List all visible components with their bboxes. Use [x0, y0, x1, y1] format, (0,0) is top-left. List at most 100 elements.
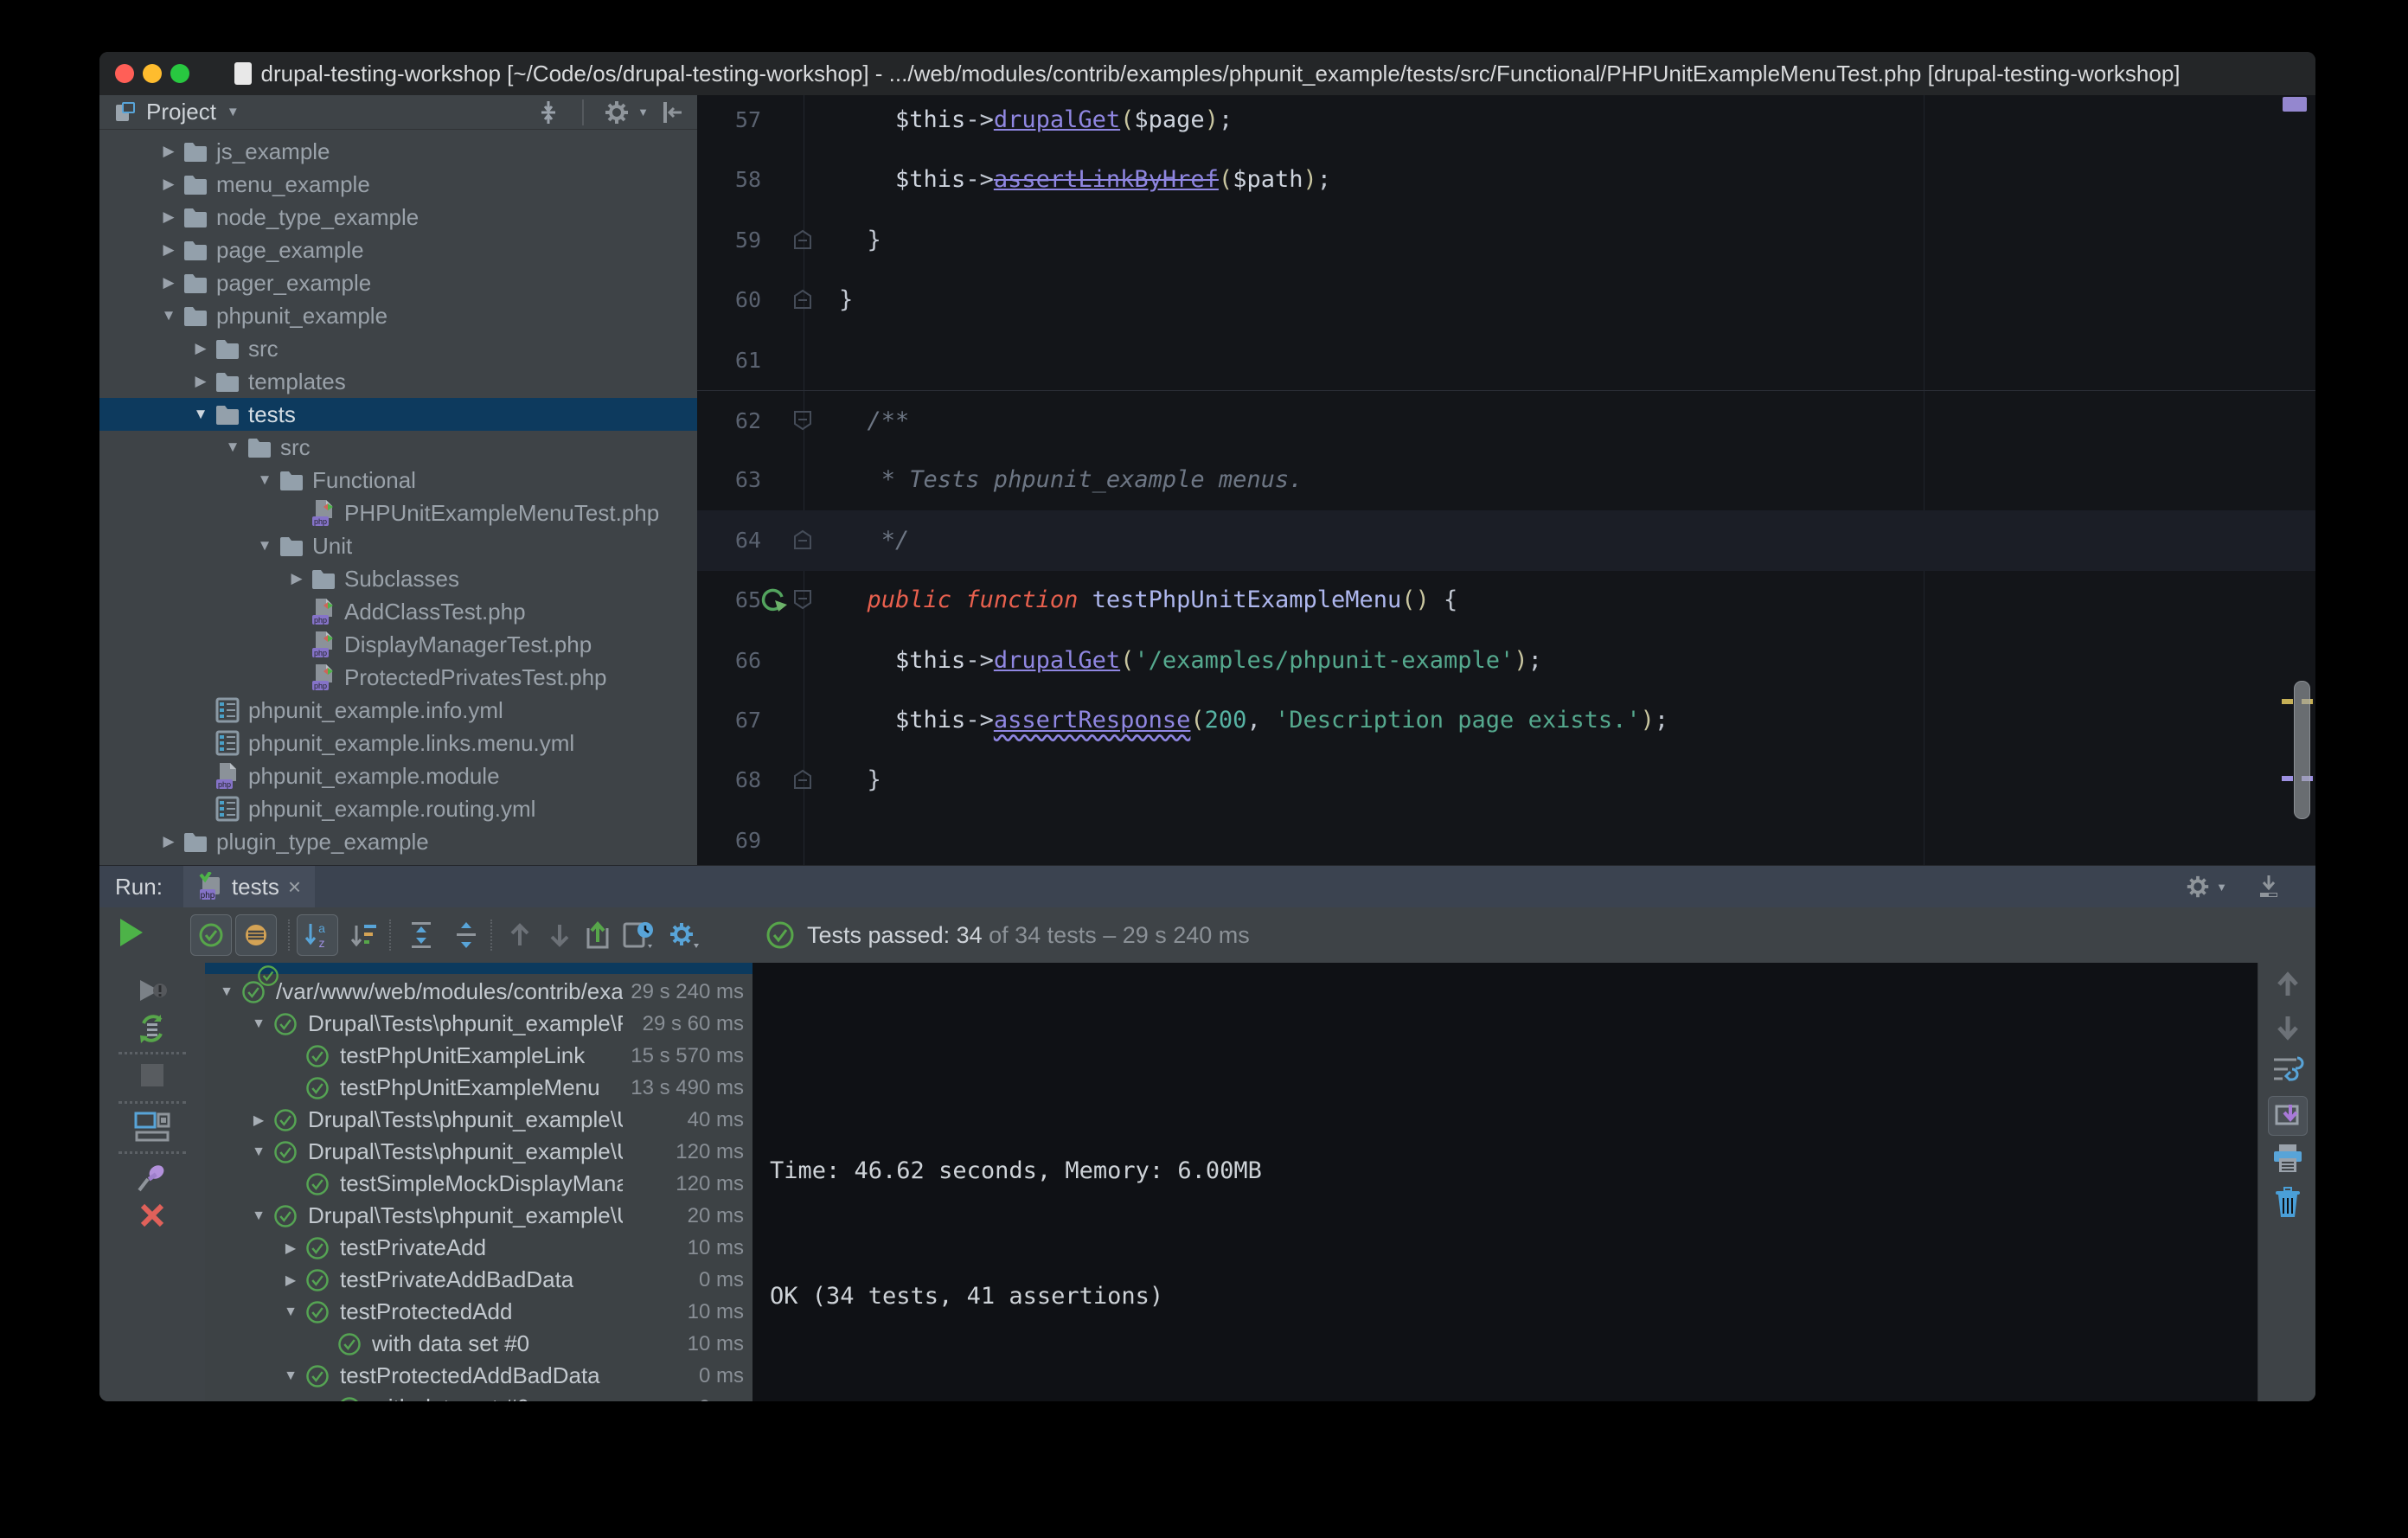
project-tree-row[interactable]: php DisplayManagerTest.php: [99, 628, 697, 661]
chevron-expanded-icon[interactable]: ▼: [244, 1016, 273, 1032]
sort-alphabetically-toggle[interactable]: az: [297, 914, 338, 956]
sort-by-duration-icon[interactable]: [343, 914, 385, 956]
close-tab-icon[interactable]: [99, 1202, 205, 1229]
code-line[interactable]: 66 $this->drupalGet('/examples/phpunit-e…: [697, 631, 2315, 691]
test-result-row[interactable]: ▼ Drupal\Tests\phpunit_example\Fu 29 s 60 …: [205, 1008, 752, 1040]
chevron-expanded-icon[interactable]: ▼: [220, 439, 246, 456]
project-tree-row[interactable]: php phpunit_example.module: [99, 759, 697, 792]
project-tree-row[interactable]: ▶ page_example: [99, 234, 697, 266]
chevron-expanded-icon[interactable]: ▼: [188, 406, 214, 423]
code-line[interactable]: 61: [697, 330, 2315, 391]
line-number[interactable]: 69: [697, 811, 761, 865]
hide-panel-icon[interactable]: [2257, 874, 2281, 900]
code-line[interactable]: 63 * Tests phpunit_example menus.: [697, 450, 2315, 510]
project-tree-row[interactable]: ▼ tests: [99, 398, 697, 431]
collapse-all-icon[interactable]: [537, 99, 560, 125]
test-result-row[interactable]: ▶ testPrivateAdd 10 ms: [205, 1232, 752, 1264]
run-console[interactable]: Time: 46.62 seconds, Memory: 6.00MB OK (3…: [752, 963, 2258, 1401]
line-number[interactable]: 64: [697, 510, 761, 571]
line-number[interactable]: 68: [697, 750, 761, 811]
chevron-collapsed-icon[interactable]: ▶: [188, 373, 214, 390]
fold-end-icon[interactable]: [793, 229, 812, 250]
gear-icon[interactable]: ▼: [2185, 874, 2227, 900]
down-stacktrace-icon[interactable]: [2258, 1013, 2315, 1042]
chevron-expanded-icon[interactable]: ▼: [276, 1304, 305, 1320]
line-number[interactable]: 59: [697, 210, 761, 271]
previous-failed-icon[interactable]: [499, 914, 541, 956]
project-tree-row[interactable]: php ProtectedPrivatesTest.php: [99, 661, 697, 694]
zoom-window-icon[interactable]: [170, 64, 189, 83]
inspection-status-badge[interactable]: [2283, 97, 2307, 112]
fold-start-icon[interactable]: [793, 589, 812, 610]
minimize-window-icon[interactable]: [143, 64, 162, 83]
chevron-collapsed-icon[interactable]: ▶: [156, 241, 182, 259]
project-tree-row[interactable]: php PHPUnitExampleMenuTest.php: [99, 497, 697, 529]
expand-all-icon[interactable]: [400, 914, 442, 956]
chevron-collapsed-icon[interactable]: ▶: [276, 1240, 305, 1257]
fold-start-icon[interactable]: [793, 410, 812, 431]
test-result-row[interactable]: ▼ /var/www/web/modules/contrib/exa 29 s 24…: [205, 976, 752, 1008]
code-line[interactable]: 60}: [697, 270, 2315, 330]
code-line[interactable]: 59 }: [697, 210, 2315, 271]
chevron-expanded-icon[interactable]: ▼: [276, 1368, 305, 1384]
project-tree-row[interactable]: ▶ Subclasses: [99, 562, 697, 595]
chevron-collapsed-icon[interactable]: ▶: [156, 176, 182, 193]
code-line[interactable]: 65 public function testPhpUnitExampleMen…: [697, 570, 2315, 631]
close-tab-icon[interactable]: ×: [288, 874, 301, 900]
fold-end-icon[interactable]: [793, 289, 812, 310]
project-panel-header[interactable]: Project ▼ ▼: [99, 95, 697, 130]
chevron-collapsed-icon[interactable]: ▶: [156, 833, 182, 850]
close-window-icon[interactable]: [115, 64, 134, 83]
project-tree-row[interactable]: phpunit_example.routing.yml: [99, 792, 697, 825]
run-test-gutter-icon[interactable]: [758, 585, 789, 616]
toggle-auto-test-icon[interactable]: [99, 1011, 205, 1046]
test-results-root-row[interactable]: [205, 963, 752, 986]
settings-gear-icon[interactable]: [663, 914, 705, 956]
project-tree-row[interactable]: php AddClassTest.php: [99, 595, 697, 628]
rerun-tests-icon[interactable]: [117, 916, 146, 949]
project-tree-row[interactable]: ▶ node_type_example: [99, 201, 697, 234]
test-result-row[interactable]: with data set #0 0 ms: [205, 1392, 752, 1401]
project-tree-row[interactable]: ▼ src: [99, 431, 697, 464]
chevron-expanded-icon[interactable]: ▼: [252, 471, 278, 489]
test-result-row[interactable]: testPhpUnitExampleLink 15 s 570 ms: [205, 1040, 752, 1072]
project-tree-row[interactable]: ▶ plugin_type_example: [99, 825, 697, 858]
project-tree-row[interactable]: ▼ Functional: [99, 464, 697, 497]
test-history-icon[interactable]: [618, 914, 660, 956]
project-tree-row[interactable]: ▼ phpunit_example: [99, 299, 697, 332]
fold-end-icon[interactable]: [793, 769, 812, 790]
pin-tab-icon[interactable]: [99, 1162, 205, 1195]
line-number[interactable]: 63: [697, 450, 761, 510]
project-tree-row[interactable]: phpunit_example.info.yml: [99, 694, 697, 727]
project-tree-row[interactable]: ▶ js_example: [99, 135, 697, 168]
chevron-expanded-icon[interactable]: ▼: [156, 307, 182, 324]
line-number[interactable]: 57: [697, 95, 761, 151]
hide-panel-icon[interactable]: [661, 99, 683, 125]
scroll-to-end-icon[interactable]: [2258, 1096, 2315, 1136]
chevron-collapsed-icon[interactable]: ▶: [156, 143, 182, 160]
chevron-collapsed-icon[interactable]: ▶: [276, 1272, 305, 1289]
project-tree-row[interactable]: ▼ Unit: [99, 529, 697, 562]
fold-end-icon[interactable]: [793, 529, 812, 550]
collapse-all-icon[interactable]: [445, 914, 487, 956]
chevron-collapsed-icon[interactable]: ▶: [156, 274, 182, 292]
code-line[interactable]: 64 */: [697, 509, 2315, 571]
clear-all-icon[interactable]: [2258, 1186, 2315, 1219]
code-line[interactable]: 68 }: [697, 750, 2315, 811]
restore-layout-icon[interactable]: [99, 1110, 205, 1144]
code-line[interactable]: 58 $this->assertLinkByHref($path);: [697, 150, 2315, 210]
line-number[interactable]: 61: [697, 330, 761, 391]
chevron-down-icon[interactable]: ▼: [637, 106, 649, 119]
chevron-collapsed-icon[interactable]: ▶: [244, 1112, 273, 1129]
chevron-collapsed-icon[interactable]: ▶: [156, 208, 182, 226]
project-tree-row[interactable]: phpunit_example.links.menu.yml: [99, 727, 697, 759]
project-tree-row[interactable]: ▶ pager_example: [99, 266, 697, 299]
test-result-row[interactable]: ▼ Drupal\Tests\phpunit_example\Unit\ 120 m…: [205, 1136, 752, 1168]
up-stacktrace-icon[interactable]: [2258, 970, 2315, 999]
code-line[interactable]: 69: [697, 811, 2315, 865]
soft-wrap-icon[interactable]: [2258, 1054, 2315, 1086]
line-number[interactable]: 67: [697, 690, 761, 751]
project-tree-row[interactable]: ▶ src: [99, 332, 697, 365]
line-number[interactable]: 66: [697, 631, 761, 691]
code-line[interactable]: 67 $this->assertResponse(200, 'Descripti…: [697, 690, 2315, 751]
